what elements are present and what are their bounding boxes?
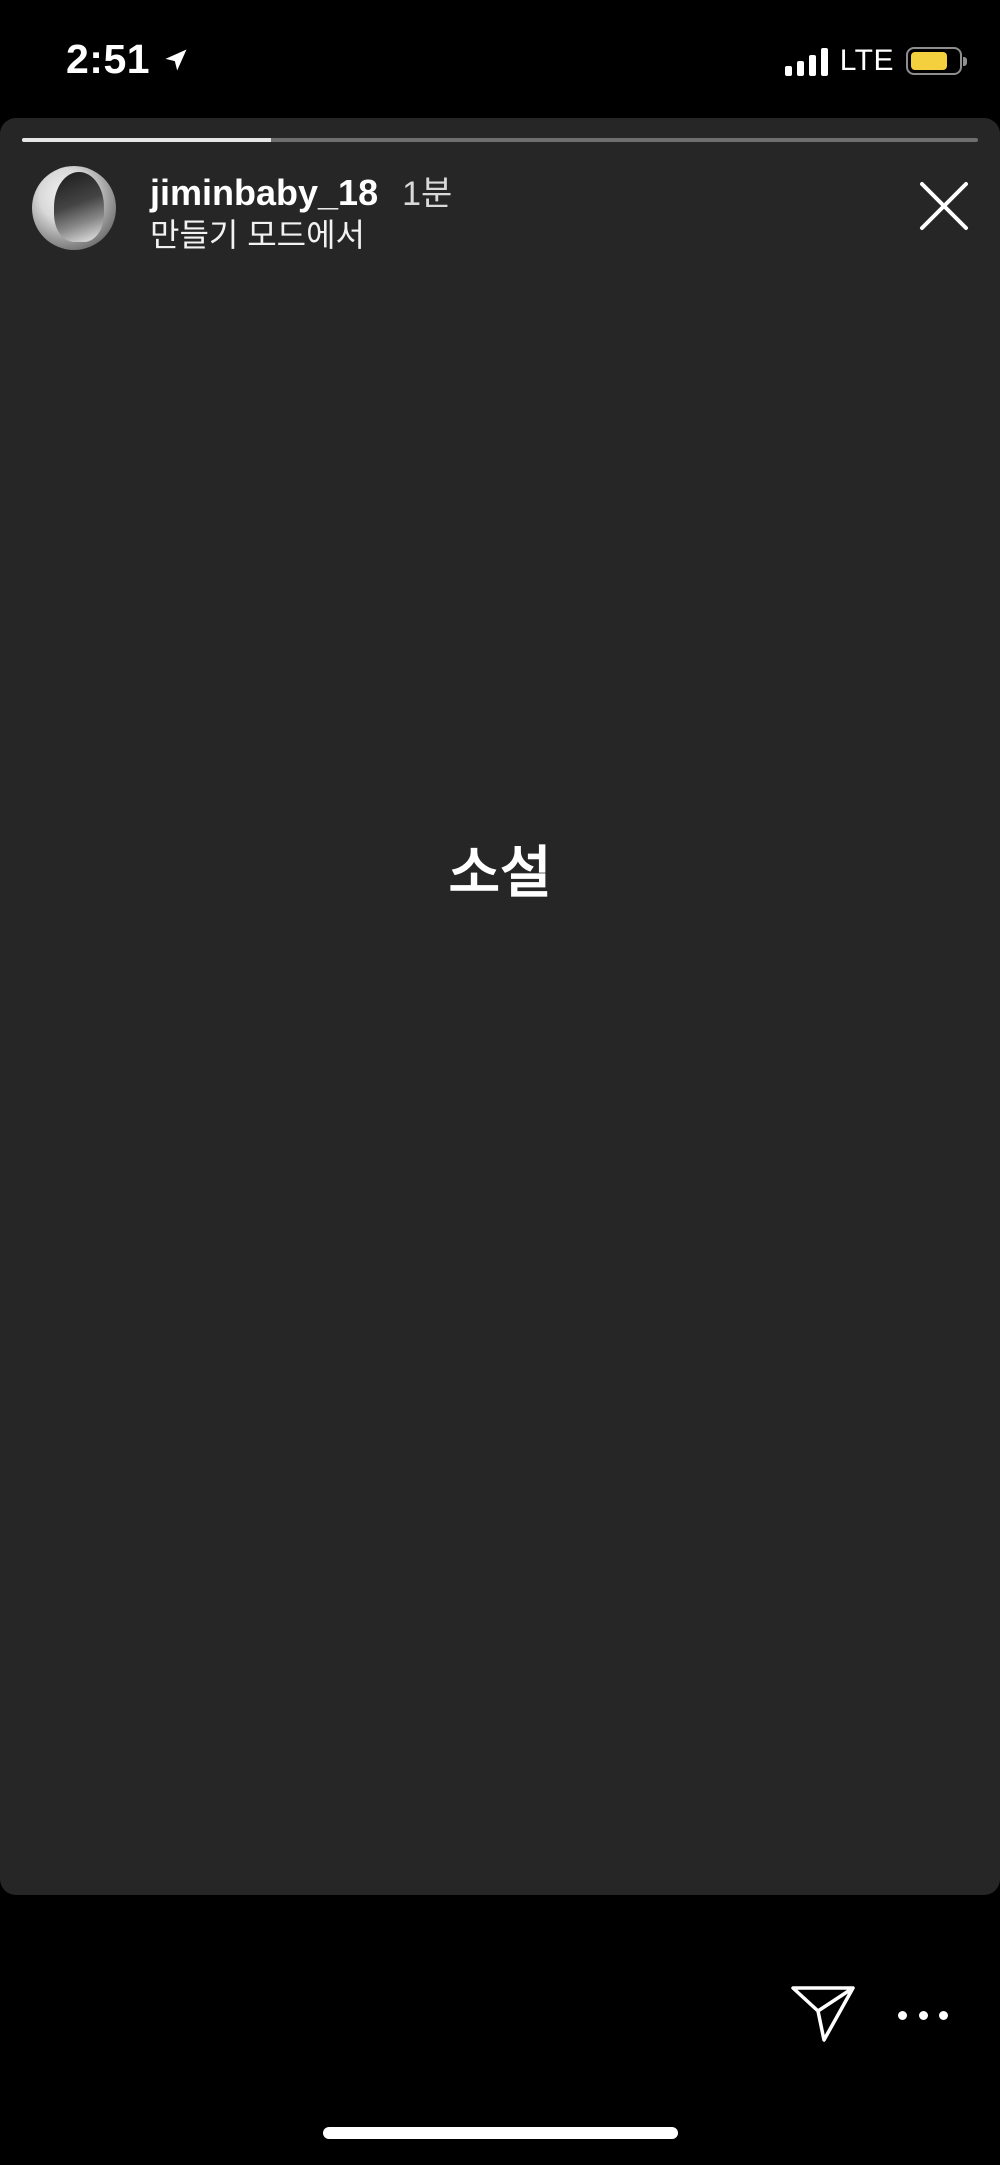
more-icon[interactable] <box>898 2000 948 2030</box>
avatar[interactable] <box>32 166 116 250</box>
status-bar: 2:51 LTE <box>0 0 1000 118</box>
status-time: 2:51 <box>66 36 190 83</box>
story-progress-fill <box>22 138 271 142</box>
story-header: jiminbaby_18 1분 <box>150 166 452 215</box>
story-subtitle[interactable]: 만들기 모드에서 <box>150 210 365 256</box>
story-text: 소설 <box>448 841 552 904</box>
signal-bars-icon <box>784 46 828 76</box>
location-arrow-icon <box>165 49 187 70</box>
send-icon[interactable] <box>790 1985 856 2043</box>
battery-icon <box>906 47 967 75</box>
story-progress-bar <box>22 138 978 142</box>
network-label: LTE <box>839 44 894 77</box>
battery-level <box>911 52 947 70</box>
close-icon[interactable] <box>918 180 970 232</box>
home-indicator[interactable] <box>323 2127 678 2139</box>
username[interactable]: jiminbaby_18 <box>150 172 378 214</box>
post-time: 1분 <box>402 175 453 213</box>
status-indicators: LTE <box>784 44 967 78</box>
clock-text: 2:51 <box>66 36 151 82</box>
story-card[interactable]: jiminbaby_18 1분 만들기 모드에서 소설 <box>0 118 1000 1895</box>
